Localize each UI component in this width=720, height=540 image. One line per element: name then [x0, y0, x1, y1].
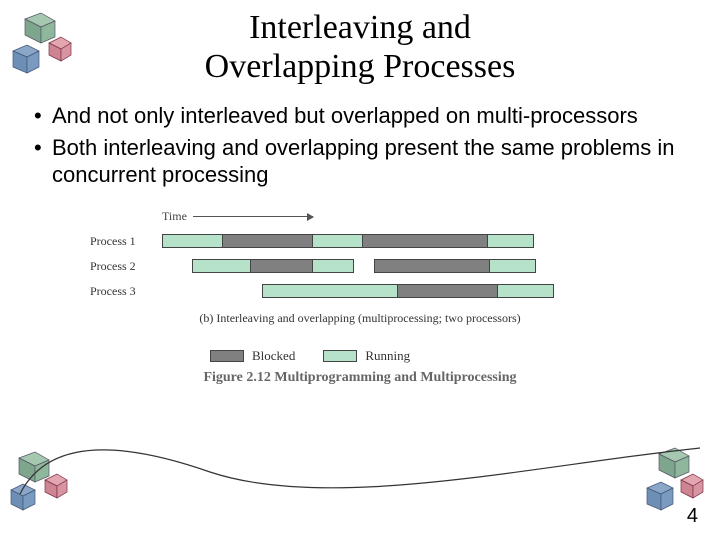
legend: Blocked Running	[210, 348, 630, 364]
bullet-list: And not only interleaved but overlapped …	[0, 98, 720, 199]
decorative-curve	[10, 424, 710, 504]
corner-decoration-bottom-right	[635, 440, 715, 520]
legend-item-running: Running	[323, 348, 410, 364]
blocked-segment	[251, 260, 313, 272]
slide-title: Interleaving and Overlapping Processes	[0, 0, 720, 98]
process-bar	[192, 259, 354, 273]
bullet-item: And not only interleaved but overlapped …	[52, 102, 684, 130]
blocked-segment	[363, 235, 488, 247]
process-label: Process 2	[90, 259, 162, 274]
blocked-segment	[375, 260, 490, 272]
process-bar	[374, 259, 536, 273]
time-arrow-icon	[193, 216, 313, 217]
figure-subcaption: (b) Interleaving and overlapping (multip…	[90, 311, 630, 326]
legend-label-running: Running	[365, 348, 410, 364]
process-row: Process 1	[90, 234, 630, 249]
running-segment	[313, 235, 363, 247]
running-segment	[313, 260, 353, 272]
figure-caption: Figure 2.12 Multiprogramming and Multipr…	[90, 370, 630, 386]
running-segment	[163, 235, 223, 247]
legend-label-blocked: Blocked	[252, 348, 295, 364]
process-label: Process 3	[90, 284, 162, 299]
time-label: Time	[162, 209, 187, 224]
title-line-1: Interleaving and	[249, 9, 471, 46]
process-row: Process 2	[90, 259, 630, 274]
running-segment	[263, 285, 398, 297]
process-row: Process 3	[90, 284, 630, 299]
page-number: 4	[687, 505, 698, 528]
running-segment	[498, 285, 553, 297]
process-bar	[262, 284, 554, 298]
swatch-blocked-icon	[210, 350, 244, 362]
running-segment	[193, 260, 251, 272]
figure-container: Time Process 1 Process 2 Process 3 (b) Int…	[90, 209, 630, 386]
title-line-2: Overlapping Processes	[205, 48, 516, 85]
running-segment	[490, 260, 535, 272]
bullet-item: Both interleaving and overlapping presen…	[52, 134, 684, 189]
blocked-segment	[223, 235, 313, 247]
corner-decoration-bottom-left	[5, 440, 85, 520]
legend-item-blocked: Blocked	[210, 348, 295, 364]
swatch-running-icon	[323, 350, 357, 362]
blocked-segment	[398, 285, 498, 297]
process-label: Process 1	[90, 234, 162, 249]
running-segment	[488, 235, 533, 247]
process-bar	[162, 234, 534, 248]
time-axis: Time	[162, 209, 630, 224]
